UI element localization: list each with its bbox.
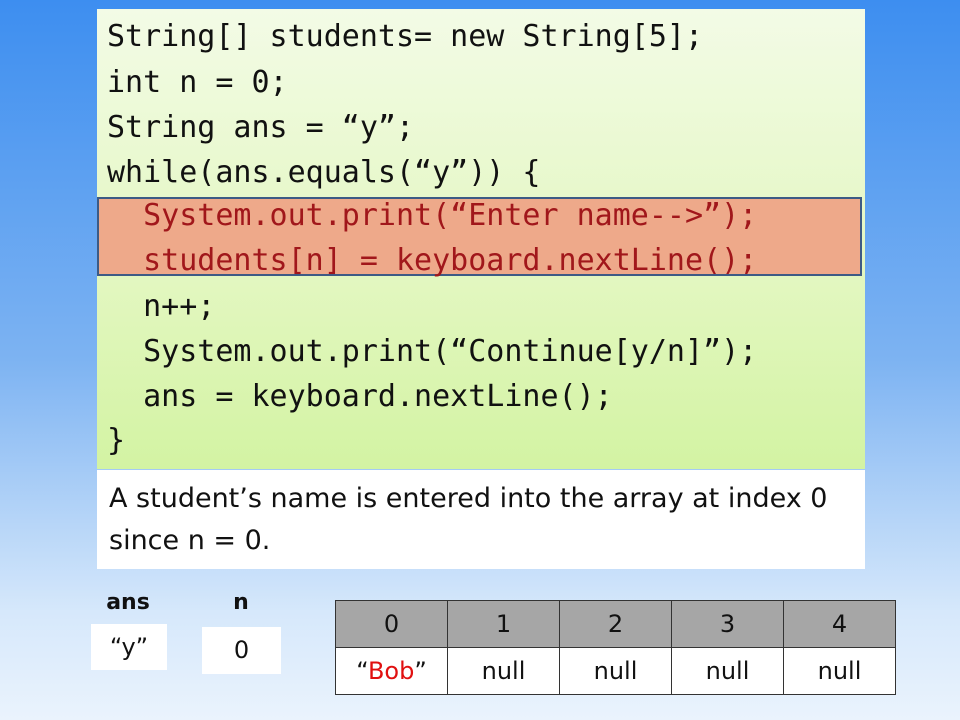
bob-value: Bob bbox=[367, 657, 415, 685]
code-line-10: } bbox=[107, 423, 126, 458]
array-value-cell: null bbox=[559, 647, 672, 695]
array-index-cell: 0 bbox=[335, 600, 448, 648]
array-value-cell: null bbox=[783, 647, 896, 695]
array-value-row: “Bob” null null null null bbox=[335, 647, 896, 695]
code-line-6: students[n] = keyboard.nextLine(); bbox=[107, 243, 758, 278]
ans-value-box: “y” bbox=[91, 624, 167, 670]
close-quote: ” bbox=[414, 657, 427, 685]
code-line-5: System.out.print(“Enter name-->”); bbox=[107, 198, 758, 233]
code-line-7: n++; bbox=[107, 289, 216, 324]
array-index-cell: 3 bbox=[671, 600, 784, 648]
ans-label: ans bbox=[106, 590, 150, 615]
array-index-cell: 1 bbox=[447, 600, 560, 648]
array-value-cell: “Bob” bbox=[335, 647, 448, 695]
array-value-cell: null bbox=[447, 647, 560, 695]
array-index-cell: 4 bbox=[783, 600, 896, 648]
n-value-box: 0 bbox=[202, 627, 281, 674]
code-line-9: ans = keyboard.nextLine(); bbox=[107, 379, 613, 414]
code-line-4: while(ans.equals(“y”)) { bbox=[107, 155, 541, 190]
code-line-2: int n = 0; bbox=[107, 65, 288, 100]
caption-text: A student’s name is entered into the arr… bbox=[97, 470, 865, 569]
students-array-table: 0 1 2 3 4 “Bob” null null null null bbox=[335, 600, 896, 695]
array-index-row: 0 1 2 3 4 bbox=[335, 600, 896, 648]
array-index-cell: 2 bbox=[559, 600, 672, 648]
code-line-1: String[] students= new String[5]; bbox=[107, 19, 704, 54]
open-quote: “ bbox=[356, 657, 368, 685]
n-label: n bbox=[233, 590, 249, 615]
array-value-cell: null bbox=[671, 647, 784, 695]
code-line-3: String ans = “y”; bbox=[107, 110, 415, 145]
code-line-8: System.out.print(“Continue[y/n]”); bbox=[107, 334, 758, 369]
